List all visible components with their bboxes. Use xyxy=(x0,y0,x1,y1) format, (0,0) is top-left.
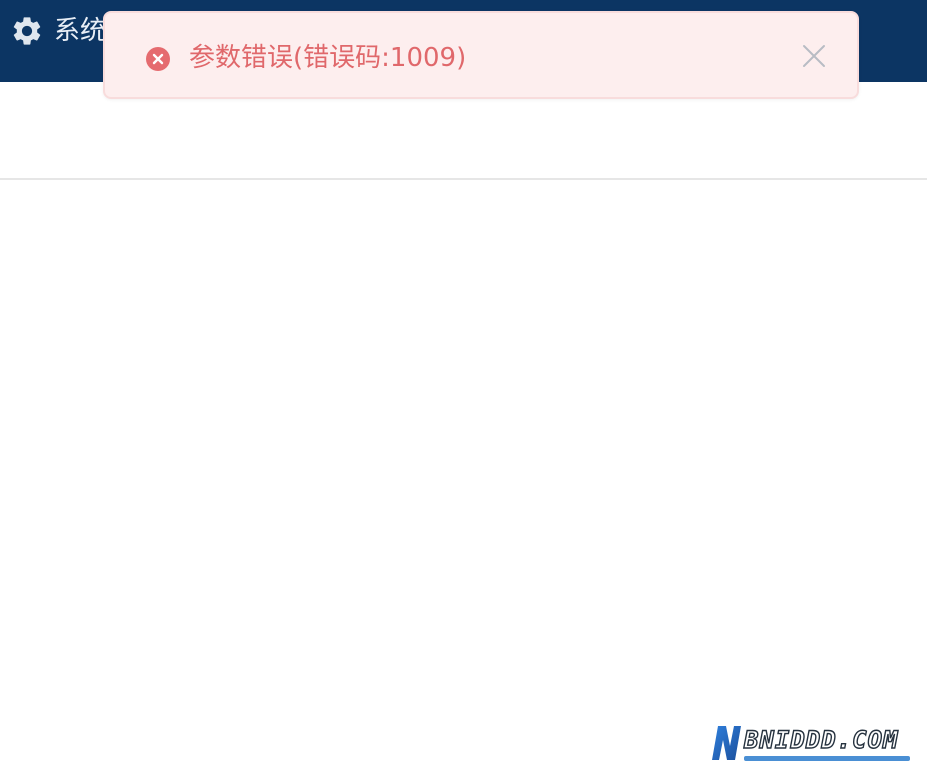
gear-icon[interactable] xyxy=(10,14,44,48)
watermark-underline xyxy=(744,756,910,761)
close-icon[interactable] xyxy=(801,43,827,69)
watermark-text: BNIDDD.COM xyxy=(743,725,899,754)
error-toast: 参数错误(错误码:1009) xyxy=(103,11,859,99)
header-title: 系统 xyxy=(54,16,107,46)
watermark-logo: BNIDDD.COM xyxy=(706,722,912,764)
error-message: 参数错误(错误码:1009) xyxy=(189,43,467,73)
error-circle-icon xyxy=(146,47,170,71)
watermark-n-icon xyxy=(712,726,741,760)
